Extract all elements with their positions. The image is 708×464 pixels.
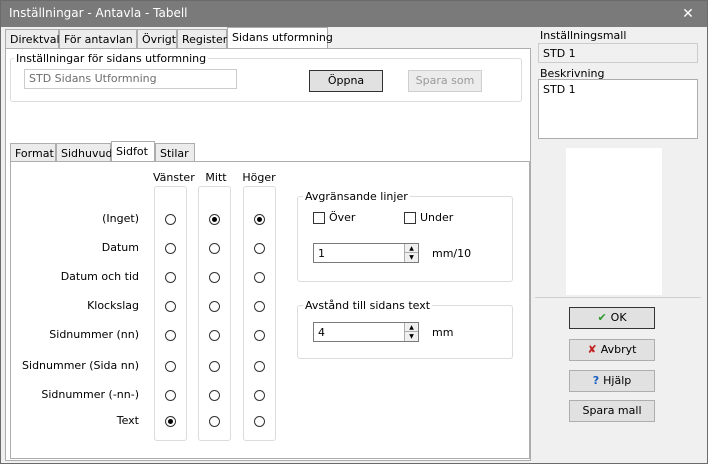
radio-right-3[interactable] [254,301,265,312]
line-thickness-unit: mm/10 [432,247,472,260]
radio-right-0[interactable] [254,214,265,225]
template-label: Inställningsmall [540,29,627,42]
tab-ovrigt[interactable]: Övrigt [137,29,177,48]
tab-sidhuvud[interactable]: Sidhuvud [56,143,112,161]
over-label: Över [329,211,356,224]
help-label: Hjälp [603,374,632,387]
tab-register[interactable]: Register [177,29,227,48]
stepper-down-icon[interactable]: ▼ [405,253,418,262]
divider [535,297,701,298]
radio-right-1[interactable] [254,243,265,254]
stepper-up-icon[interactable]: ▲ [405,244,418,253]
description-field[interactable]: STD 1 [538,79,698,139]
tab-panel-sidans-utformning: Inställningar för sidans utformning STD … [5,48,531,461]
row-label-sidnummer-dash-nn: Sidnummer (-nn-) [41,388,139,401]
save-as-button[interactable]: Spara som [408,70,482,92]
radio-middle-1[interactable] [209,243,220,254]
tab-for-antavlan[interactable]: För antavlan [59,29,137,48]
radio-right-7[interactable] [254,416,265,427]
sidfot-panel: Vänster Mitt Höger (Inget) Datum Datum o… [10,161,530,459]
separator-lines-label: Avgränsande linjer [303,190,410,203]
distance-unit: mm [432,326,454,339]
radio-middle-0[interactable] [209,214,220,225]
open-button[interactable]: Öppna [309,70,383,92]
radio-middle-2[interactable] [209,272,220,283]
row-label-text: Text [116,414,139,427]
under-checkbox[interactable] [404,212,416,224]
radio-left-0[interactable] [165,214,176,225]
ok-button[interactable]: ✔ OK [569,307,655,329]
distance-label: Avstånd till sidans text [303,299,433,312]
row-label-inget: (Inget) [102,212,139,225]
row-label-sidnummer-nn: Sidnummer (nn) [49,328,139,341]
settings-name-field[interactable]: STD Sidans Utformning [24,69,237,89]
titlebar: Inställningar - Antavla - Tabell ✕ [1,1,707,27]
tab-sidfot[interactable]: Sidfot [111,141,155,161]
settings-group-label: Inställningar för sidans utformning [14,52,209,65]
page-preview [566,148,662,295]
radio-left-7[interactable] [165,416,176,427]
stepper-down-icon[interactable]: ▼ [405,332,418,341]
row-label-sidnummer-sida-nn: Sidnummer (Sida nn) [22,359,139,372]
distance-stepper[interactable]: 4 ▲ ▼ [313,322,419,342]
tab-stilar[interactable]: Stilar [155,143,195,161]
radio-middle-3[interactable] [209,301,220,312]
radio-middle-7[interactable] [209,416,220,427]
column-header-left: Vänster [153,171,195,184]
radio-right-6[interactable] [254,390,265,401]
line-thickness-stepper[interactable]: 1 ▲ ▼ [313,243,419,263]
over-checkbox[interactable] [313,212,325,224]
radio-right-4[interactable] [254,330,265,341]
radio-left-3[interactable] [165,301,176,312]
checkmark-icon: ✔ [597,311,607,324]
row-label-datum-och-tid: Datum och tid [60,270,139,283]
template-value: STD 1 [543,47,576,60]
row-label-datum: Datum [101,241,139,254]
column-header-right: Höger [242,171,276,184]
radio-right-5[interactable] [254,361,265,372]
question-icon: ? [592,374,600,387]
radio-left-4[interactable] [165,330,176,341]
radio-left-5[interactable] [165,361,176,372]
separator-lines-group [297,196,513,282]
settings-dialog: Inställningar - Antavla - Tabell ✕ Direk… [0,0,708,464]
tab-direktval[interactable]: Direktval [5,29,60,48]
cancel-button[interactable]: ✘ Avbryt [569,339,655,361]
radio-left-2[interactable] [165,272,176,283]
distance-value: 4 [318,326,325,339]
cancel-label: Avbryt [600,343,637,356]
under-label: Under [420,211,454,224]
radio-middle-5[interactable] [209,361,220,372]
radio-right-2[interactable] [254,272,265,283]
save-template-button[interactable]: Spara mall [569,400,655,422]
close-button[interactable]: ✕ [675,4,701,24]
radio-middle-4[interactable] [209,330,220,341]
description-value: STD 1 [543,83,576,96]
window-title: Inställningar - Antavla - Tabell [9,6,188,20]
tab-format[interactable]: Format [10,143,56,161]
template-field[interactable]: STD 1 [538,43,698,63]
row-label-klockslag: Klockslag [87,299,139,312]
column-header-middle: Mitt [205,171,227,184]
radio-left-6[interactable] [165,390,176,401]
radio-middle-6[interactable] [209,390,220,401]
x-icon: ✘ [587,343,597,356]
help-button[interactable]: ? Hjälp [569,370,655,392]
line-thickness-value: 1 [318,247,325,260]
radio-left-1[interactable] [165,243,176,254]
stepper-up-icon[interactable]: ▲ [405,323,418,332]
tab-sidans-utformning[interactable]: Sidans utformning [227,27,333,48]
ok-label: OK [610,311,627,324]
